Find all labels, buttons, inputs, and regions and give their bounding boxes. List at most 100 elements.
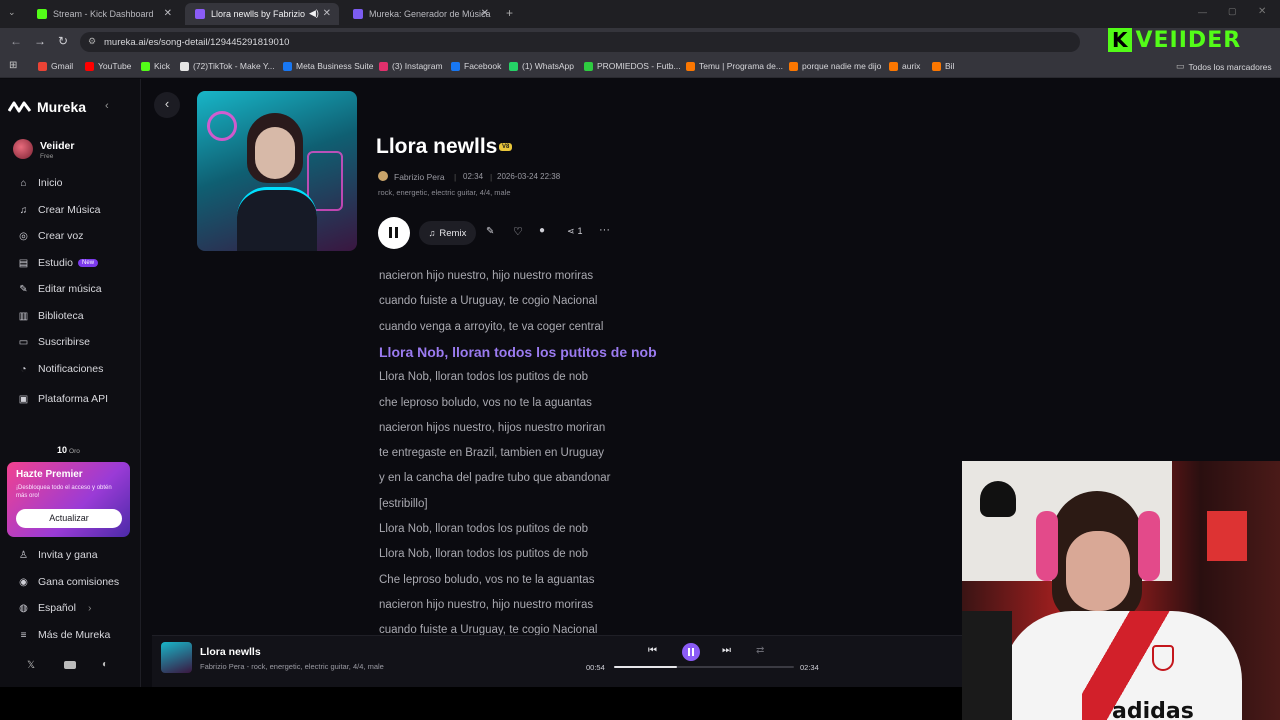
bookmark-item[interactable]: (72)TikTok - Make Y...: [180, 61, 275, 71]
bookmark-item[interactable]: Bil: [932, 61, 954, 71]
previous-track-icon[interactable]: ⏮: [648, 645, 657, 656]
sidebar-item-label: Más de Mureka: [38, 629, 111, 641]
back-icon[interactable]: ←: [10, 34, 22, 48]
kick-logo-icon: K: [1108, 28, 1132, 52]
sidebar-footer-menu[interactable]: ≡ Más de Mureka: [18, 629, 111, 641]
tab-kick-dashboard[interactable]: Stream - Kick Dashboard ✕: [27, 3, 180, 25]
new-tab-icon[interactable]: +: [506, 6, 513, 20]
remix-label: Remix: [439, 227, 467, 239]
x-twitter-icon[interactable]: 𝕏: [27, 660, 35, 671]
player-subtitle: Fabrizio Pera - rock, energetic, electri…: [200, 662, 384, 671]
sidebar-item-label: Plataforma API: [38, 393, 109, 405]
lyric-line: Llora Nob, lloran todos los putitos de n…: [379, 371, 589, 384]
comment-icon[interactable]: ●: [539, 225, 545, 236]
sidebar-item-home[interactable]: ⌂ Inicio: [18, 177, 62, 189]
sidebar-item-api[interactable]: ▣ Plataforma API: [18, 393, 108, 405]
home-icon: ⌂: [20, 177, 27, 189]
pause-button[interactable]: [378, 217, 410, 249]
sidebar-footer-commission[interactable]: ◉ Gana comisiones: [18, 576, 119, 588]
avatar[interactable]: [13, 139, 33, 159]
bookmark-item[interactable]: (3) Instagram: [379, 61, 443, 71]
bookmark-label: Facebook: [464, 61, 502, 71]
song-date: 2026-03-24 22:38: [497, 172, 561, 181]
bookmark-favicon-icon: [789, 61, 798, 71]
bookmark-item[interactable]: aurix: [889, 61, 920, 71]
close-tab-icon[interactable]: ✕: [481, 8, 489, 19]
forward-icon[interactable]: →: [34, 34, 46, 48]
upgrade-button[interactable]: Actualizar: [16, 509, 122, 528]
bookmark-item[interactable]: YouTube: [85, 61, 131, 71]
sidebar-item-bell[interactable]: ◔ Notificaciones: [18, 363, 103, 375]
minimize-icon[interactable]: —: [1198, 7, 1207, 17]
close-tab-icon[interactable]: ✕: [323, 8, 331, 19]
credits-unit: Oro: [69, 448, 80, 455]
close-window-icon[interactable]: ✕: [1258, 6, 1266, 17]
tab-llora-newlls[interactable]: Llora newlls by Fabrizio Pera ◀) ✕: [185, 3, 339, 25]
bookmark-label: PROMIEDOS - Futb...: [597, 61, 681, 71]
audio-playing-icon[interactable]: ◀): [309, 8, 319, 19]
back-button[interactable]: ‹: [154, 92, 180, 118]
share-button[interactable]: ⋖ 1: [567, 226, 583, 237]
like-heart-icon[interactable]: ♡: [513, 225, 523, 238]
collapse-sidebar-icon[interactable]: ‹: [105, 100, 109, 112]
lyric-line: cuando venga a arroyito, te va coger cen…: [379, 320, 604, 333]
microphone-arm: [962, 611, 1012, 720]
youtube-icon[interactable]: [64, 661, 76, 669]
sidebar-footer-language[interactable]: ◍ Español ›: [18, 602, 91, 614]
remix-button[interactable]: ♫ Remix: [419, 221, 476, 245]
bookmark-item[interactable]: Meta Business Suite: [283, 61, 373, 71]
sidebar: Mureka ‹ Veiider Free ⌂ Inicio ♫ Crear Músi…: [0, 79, 141, 687]
bookmark-item[interactable]: Facebook: [451, 61, 501, 71]
edit-lyrics-icon[interactable]: ✎: [486, 226, 494, 237]
player-pause-button[interactable]: [682, 643, 700, 661]
mureka-favicon-icon: [195, 9, 205, 19]
bookmarks-bar: ⊞ Gmail YouTube Kick (72)TikTok - Make Y...…: [0, 56, 1280, 78]
credits-value: 10: [57, 445, 68, 455]
sidebar-item-subscribe[interactable]: ▭ Suscribirse: [18, 336, 90, 348]
sidebar-item-edit[interactable]: ✎ Editar música: [18, 283, 101, 295]
repeat-icon[interactable]: ⇄: [756, 645, 764, 656]
bookmark-item[interactable]: PROMIEDOS - Futb...: [584, 61, 681, 71]
sidebar-item-label: Estudio: [38, 257, 74, 269]
sidebar-item-studio[interactable]: ▤ Estudio New: [18, 257, 99, 269]
player-cover-art[interactable]: [161, 642, 192, 673]
url-input[interactable]: ⚙ mureka.ai/es/song-detail/1294452918190…: [80, 32, 1080, 52]
bookmark-item[interactable]: (1) WhatsApp: [509, 61, 574, 71]
bookmark-label: (1) WhatsApp: [522, 61, 574, 71]
apps-grid-icon[interactable]: ⊞: [9, 60, 17, 71]
bookmark-favicon-icon: [141, 61, 150, 71]
sidebar-item-library[interactable]: ▥ Biblioteca: [18, 310, 84, 322]
song-author[interactable]: Fabrizio Pera: [394, 172, 445, 182]
user-name[interactable]: Veiider: [40, 140, 74, 152]
discord-icon[interactable]: ◐: [102, 659, 108, 670]
close-tab-icon[interactable]: ✕: [164, 8, 172, 19]
reload-icon[interactable]: ↻: [58, 34, 68, 48]
url-text: mureka.ai/es/song-detail/129445291819010: [104, 37, 290, 48]
sidebar-item-voice[interactable]: ◎ Crear voz: [18, 230, 83, 242]
bookmark-item[interactable]: Kick: [141, 61, 170, 71]
share-icon: ⋖: [567, 226, 575, 236]
sidebar-item-music[interactable]: ♫ Crear Música: [18, 204, 101, 216]
bookmark-item[interactable]: porque nadie me dijo: [789, 61, 881, 71]
tab-search-icon[interactable]: ⌄: [8, 7, 16, 18]
progress-track[interactable]: [614, 666, 794, 668]
tab-title: Llora newlls by Fabrizio Pera: [211, 9, 307, 19]
bookmark-item[interactable]: Temu | Programa de...: [686, 61, 783, 71]
sidebar-footer-invite[interactable]: ♙ Invita y gana: [18, 549, 98, 561]
site-info-icon[interactable]: ⚙: [88, 36, 96, 47]
kick-favicon-icon: [37, 9, 47, 19]
bookmark-label: aurix: [902, 61, 921, 71]
lyric-line: te entregaste en Brazil, tambien en Urug…: [379, 447, 605, 460]
maximize-icon[interactable]: ▢: [1228, 6, 1237, 17]
song-cover-art[interactable]: [197, 91, 357, 251]
headphone-left: [1036, 511, 1058, 581]
headphone-right: [1138, 511, 1160, 581]
next-track-icon[interactable]: ⏭: [722, 645, 731, 656]
more-options-icon[interactable]: ···: [599, 224, 610, 236]
bookmark-item[interactable]: Gmail: [38, 61, 73, 71]
mureka-logo[interactable]: Mureka: [8, 99, 86, 115]
all-bookmarks-link[interactable]: ▭ Todos los marcadores: [1176, 61, 1272, 72]
author-avatar[interactable]: [378, 171, 388, 181]
tab-mureka-generator[interactable]: Mureka: Generador de Música ✕: [343, 3, 497, 25]
library-icon: ▥: [18, 310, 29, 322]
